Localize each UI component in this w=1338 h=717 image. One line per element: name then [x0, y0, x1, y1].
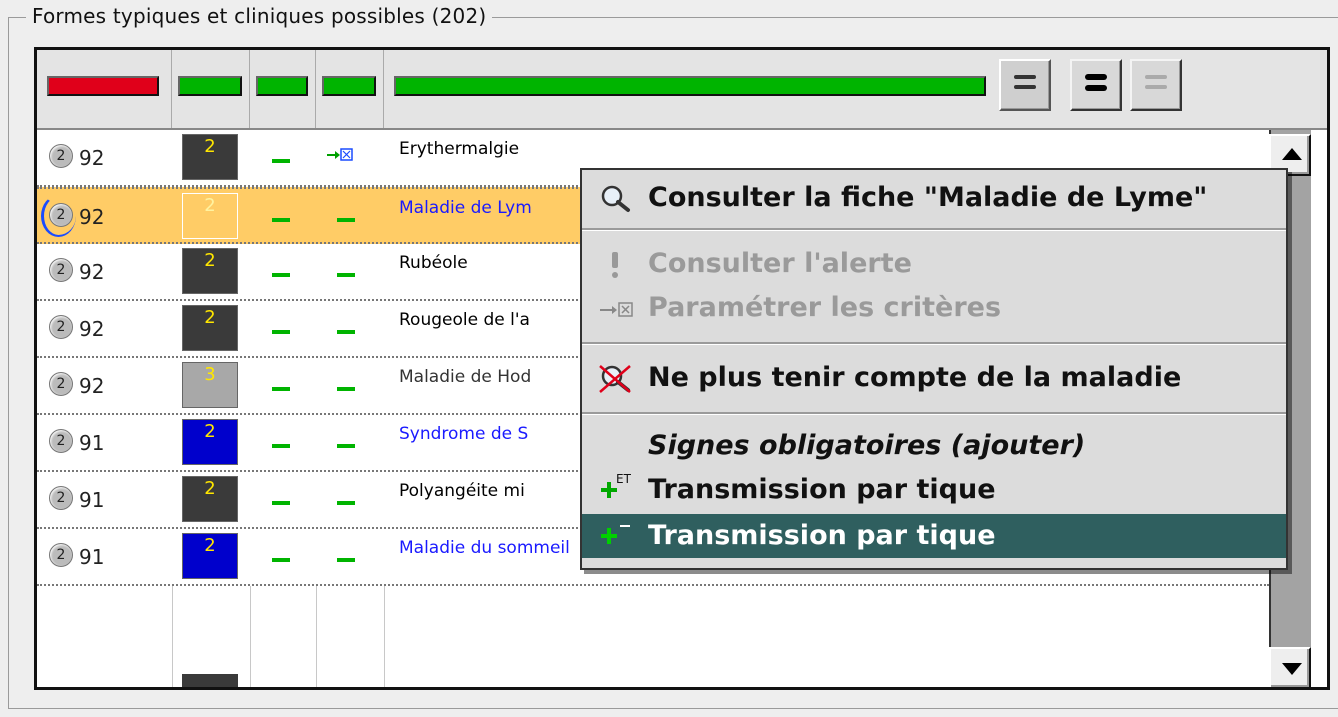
menu-separator [582, 342, 1286, 345]
score-badge: 2 [49, 258, 73, 282]
menu-item-add-and-sign[interactable]: ET Transmission par tique [582, 468, 1286, 512]
level-badge: 2 [182, 248, 238, 294]
menu-item-label: Consulter la fiche "Maladie de Lyme" [648, 182, 1208, 213]
two-bold-lines-icon-bar [1085, 85, 1107, 91]
two-light-lines-icon-bar [1145, 85, 1167, 89]
disease-name: Maladie de Lym [399, 198, 532, 218]
dash-icon [272, 159, 290, 163]
criteria-icon[interactable] [325, 145, 355, 169]
et-superscript: ET [616, 472, 631, 486]
exclamation-icon [612, 252, 618, 278]
header-col-level[interactable] [172, 50, 250, 128]
scroll-down-button[interactable] [1269, 647, 1311, 687]
score-badge: 2 [49, 144, 73, 168]
menu-item-label: Consulter l'alerte [648, 248, 912, 279]
score-badge: 2 [49, 203, 73, 227]
dash-icon [337, 387, 355, 391]
disease-name: Rougeole de l'a [399, 310, 530, 330]
header-col-name[interactable] [384, 50, 1327, 128]
menu-section-label: Signes obligatoires (ajouter) [648, 430, 1086, 461]
score-value: 92 [79, 317, 105, 341]
list-header [37, 50, 1327, 130]
menu-item-consult-sheet[interactable]: Consulter la fiche "Maladie de Lyme" [582, 176, 1286, 220]
disease-name: Erythermalgie [399, 139, 520, 159]
menu-item-label: Ne plus tenir compte de la maladie [648, 362, 1182, 393]
level-badge: 2 [182, 193, 238, 239]
two-light-lines-icon [1145, 75, 1167, 79]
disease-name: Maladie de Hod [399, 367, 532, 387]
dash-icon [337, 501, 355, 505]
arrow-up-icon [1282, 148, 1302, 160]
level-badge: 2 [182, 533, 238, 579]
dash-icon [337, 330, 355, 334]
dash-icon [272, 387, 290, 391]
plus-minus-icon [601, 525, 630, 544]
col4-color-bar [322, 76, 376, 96]
col3-color-bar [256, 76, 308, 96]
disease-name: Polyangéite mi [399, 481, 525, 501]
dash-icon [272, 330, 290, 334]
menu-item-consult-alert[interactable]: Consulter l'alerte [582, 242, 1286, 286]
menu-section-mandatory-signs: Signes obligatoires (ajouter) [582, 424, 1286, 468]
disease-name: Syndrome de S [399, 424, 529, 444]
level-badge: 3 [182, 362, 238, 408]
disease-name: Maladie du sommeil [399, 538, 570, 558]
magnifier-icon [601, 185, 630, 212]
score-value: 91 [79, 488, 105, 512]
score-badge: 2 [49, 315, 73, 339]
level-color-bar [178, 76, 242, 96]
dash-icon [272, 558, 290, 562]
level-badge: 2 [182, 476, 238, 522]
view-normal-button[interactable] [999, 59, 1051, 111]
menu-separator [582, 228, 1286, 231]
name-color-bar [394, 76, 986, 96]
dash-icon [272, 444, 290, 448]
level-badge-partial [182, 674, 238, 687]
two-bold-lines-icon [1085, 74, 1107, 80]
two-lines-icon [1014, 75, 1036, 79]
header-col-score[interactable] [37, 50, 172, 128]
score-badge: 2 [49, 372, 73, 396]
menu-item-ignore-disease[interactable]: Ne plus tenir compte de la maladie [582, 356, 1286, 400]
dash-icon [337, 558, 355, 562]
dash-icon [337, 218, 355, 222]
menu-item-label: Transmission par tique [648, 520, 996, 551]
level-badge: 2 [182, 134, 238, 180]
view-light-button[interactable] [1130, 59, 1182, 111]
group-title: Formes typiques et cliniques possibles (… [26, 4, 493, 28]
score-value: 92 [79, 146, 105, 170]
header-col-3[interactable] [250, 50, 316, 128]
score-value: 91 [79, 545, 105, 569]
score-value: 92 [79, 205, 105, 229]
dash-icon [337, 273, 355, 277]
score-value: 92 [79, 260, 105, 284]
header-col-4[interactable] [316, 50, 384, 128]
score-color-bar [47, 76, 159, 96]
menu-item-add-not-sign[interactable]: Transmission par tique [582, 514, 1286, 558]
menu-separator [582, 412, 1286, 415]
level-badge: 2 [182, 305, 238, 351]
level-badge: 2 [182, 419, 238, 465]
score-badge: 2 [49, 486, 73, 510]
dash-icon [272, 218, 290, 222]
menu-item-label: Paramétrer les critères [648, 292, 1002, 323]
score-value: 92 [79, 374, 105, 398]
menu-item-set-criteria[interactable]: Paramétrer les critères [582, 286, 1286, 330]
disease-name: Rubéole [399, 253, 468, 273]
dash-icon [337, 444, 355, 448]
dash-icon [272, 273, 290, 277]
two-lines-icon-bar [1014, 85, 1036, 89]
criteria-icon [600, 302, 633, 317]
context-menu: Consulter la fiche "Maladie de Lyme" Con… [580, 168, 1288, 570]
crossed-magnifier-icon [599, 365, 631, 393]
view-bold-button[interactable] [1070, 59, 1122, 111]
score-badge: 2 [49, 543, 73, 567]
score-badge: 2 [49, 429, 73, 453]
arrow-down-icon [1282, 663, 1302, 675]
score-value: 91 [79, 431, 105, 455]
menu-item-label: Transmission par tique [648, 474, 996, 505]
dash-icon [272, 501, 290, 505]
